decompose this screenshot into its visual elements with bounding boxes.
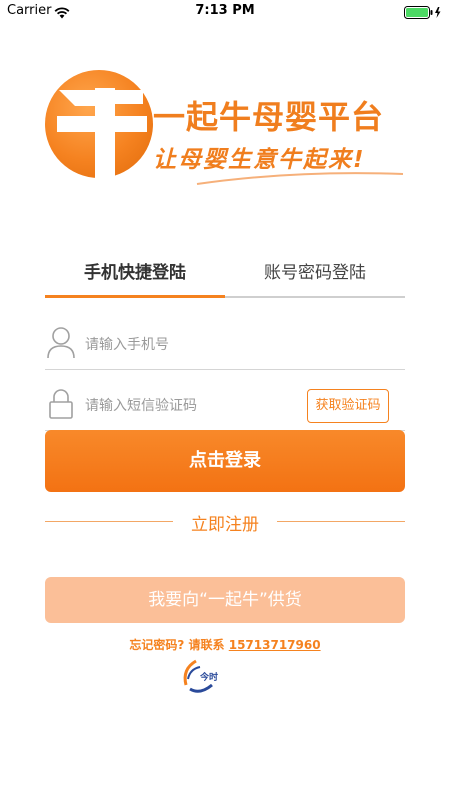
sms-code-field: 获取验证码 <box>45 381 405 431</box>
contact-phone-link[interactable]: 15713717960 <box>229 638 321 652</box>
footer-logo-text: 今时 <box>199 671 218 683</box>
login-button[interactable]: 点击登录 <box>45 430 405 492</box>
get-code-button[interactable]: 获取验证码 <box>307 389 389 423</box>
login-tabs: 手机快捷登陆 账号密码登陆 <box>45 250 405 298</box>
phone-input[interactable] <box>85 332 305 358</box>
status-bar: Carrier 7:13 PM <box>0 0 450 22</box>
tab-phone-login[interactable]: 手机快捷登陆 <box>45 258 225 283</box>
phone-field <box>45 320 405 370</box>
sms-code-input[interactable] <box>85 393 305 419</box>
brand-logo: 一起牛母婴平台 让母婴生意牛起来! <box>45 70 410 190</box>
user-icon <box>47 326 77 364</box>
forgot-password-note: 忘记密码? 请联系 15713717960 <box>0 636 450 653</box>
charging-bolt-icon <box>435 7 441 18</box>
active-tab-indicator <box>45 295 225 298</box>
tab-password-login[interactable]: 账号密码登陆 <box>225 258 405 283</box>
divider-right <box>277 521 405 522</box>
battery-icon <box>404 4 442 23</box>
divider-left <box>45 521 173 522</box>
status-time: 7:13 PM <box>195 3 255 18</box>
forgot-password-text: 忘记密码? 请联系 <box>129 638 229 652</box>
register-link[interactable]: 立即注册 <box>173 510 277 535</box>
logo-glyph-icon <box>57 88 147 178</box>
register-row: 立即注册 <box>45 510 405 535</box>
supplier-button[interactable]: 我要向“一起牛”供货 <box>45 577 405 623</box>
brand-title: 一起牛母婴平台 <box>153 98 385 136</box>
lock-icon <box>47 387 77 425</box>
footer-logo-icon: 今时 <box>183 659 218 693</box>
swoosh-decoration <box>196 172 404 185</box>
